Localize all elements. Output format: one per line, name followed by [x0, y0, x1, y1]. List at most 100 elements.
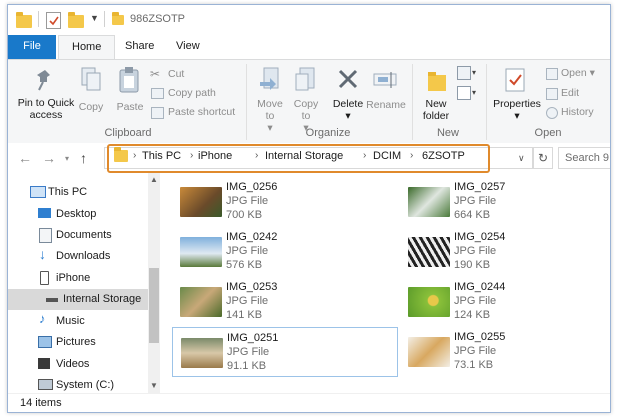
scrollbar-thumb[interactable] [149, 268, 159, 343]
history-icon [546, 107, 558, 119]
recent-locations-icon[interactable]: ▾ [65, 154, 69, 163]
status-bar: 14 items [8, 393, 610, 412]
explorer-window: ▼ 986ZSOTP File Home Share View Pin to Q… [7, 4, 611, 413]
cut-icon: ✂ [150, 67, 161, 81]
refresh-icon[interactable]: ↻ [533, 147, 553, 169]
chevron-right-icon[interactable]: › [363, 150, 366, 161]
file-item[interactable]: IMG_0257 JPG File 664 KB [400, 177, 610, 225]
new-folder-quick-icon[interactable] [68, 12, 84, 28]
tab-share[interactable]: Share [112, 35, 167, 58]
organize-group-label: Organize [305, 127, 351, 139]
downloads-icon: ↓ [39, 246, 46, 262]
paste-shortcut-button[interactable]: Paste shortcut [168, 106, 235, 118]
easy-access-icon[interactable] [457, 86, 471, 100]
new-item-icon[interactable] [457, 66, 471, 80]
chevron-right-icon[interactable]: › [190, 150, 193, 161]
new-group-label: New [436, 127, 459, 139]
scroll-down-icon[interactable]: ▼ [150, 381, 158, 390]
window-folder-icon [112, 12, 124, 25]
nav-pane-scrollbar[interactable]: ▲ ▼ [148, 173, 160, 393]
desktop-icon [38, 208, 51, 218]
breadcrumb-current-folder[interactable]: 6ZSOTP [422, 150, 465, 162]
chevron-right-icon[interactable]: › [255, 150, 258, 161]
title-bar: ▼ 986ZSOTP [8, 5, 610, 35]
folder-icon [16, 12, 32, 28]
nav-item-desktop[interactable]: Desktop [8, 204, 148, 225]
nav-item-documents[interactable]: Documents [8, 225, 148, 246]
scroll-up-icon[interactable]: ▲ [150, 175, 158, 184]
drive-icon [46, 298, 58, 302]
tab-view[interactable]: View [163, 35, 213, 58]
open-icon [546, 68, 558, 80]
address-dropdown-icon[interactable]: ∨ [518, 153, 525, 164]
nav-item-internal-storage[interactable]: Internal Storage [8, 289, 148, 310]
system-drive-icon [38, 379, 53, 390]
pictures-icon [38, 336, 52, 348]
copy-path-button[interactable]: Copy path [168, 87, 216, 99]
file-item[interactable]: IMG_0242 JPG File 576 KB [172, 227, 396, 275]
ribbon-tabs: File Home Share View [8, 35, 610, 83]
file-list: IMG_0256 JPG File 700 KB IMG_0257 JPG Fi… [164, 173, 610, 393]
history-button[interactable]: History [561, 106, 594, 118]
nav-item-downloads[interactable]: ↓ Downloads [8, 246, 148, 267]
nav-item-videos[interactable]: Videos [8, 354, 148, 375]
pin-to-quick-access-button[interactable]: Pin to Quick access [12, 97, 80, 121]
rename-button[interactable]: Rename [366, 99, 406, 111]
nav-item-pictures[interactable]: Pictures [8, 332, 148, 353]
file-item[interactable]: IMG_0255 JPG File 73.1 KB [400, 327, 610, 375]
image-thumbnail [408, 337, 450, 367]
file-item[interactable]: IMG_0253 JPG File 141 KB [172, 277, 396, 325]
nav-item-iphone[interactable]: iPhone [8, 268, 148, 289]
edit-icon [546, 88, 558, 100]
copy-to-icon [294, 66, 318, 97]
address-highlight: › This PC › iPhone › Internal Storage › … [107, 144, 490, 173]
nav-item-this-pc[interactable]: This PC [8, 182, 148, 203]
customize-toolbar-icon[interactable]: ▼ [90, 13, 99, 23]
tab-home[interactable]: Home [58, 35, 116, 60]
file-item[interactable]: IMG_0254 JPG File 190 KB [400, 227, 610, 275]
properties-quick-icon[interactable] [46, 12, 61, 29]
new-item-dropdown-icon[interactable]: ▾ [472, 68, 476, 77]
forward-arrow-icon[interactable]: → [42, 150, 56, 166]
file-item[interactable]: IMG_0244 JPG File 124 KB [400, 277, 610, 325]
file-item-selected[interactable]: IMG_0251 JPG File 91.1 KB [172, 327, 398, 377]
copy-button[interactable]: Copy [74, 101, 108, 113]
image-thumbnail [180, 237, 222, 267]
open-group-label: Open [534, 127, 562, 139]
cut-button[interactable]: Cut [168, 68, 184, 80]
paste-icon [118, 66, 142, 97]
address-folder-icon [114, 147, 128, 162]
properties-button[interactable]: Properties ▾ [492, 98, 542, 122]
phone-icon [40, 271, 49, 285]
ribbon: Pin to Quick access Copy Paste ✂ Cut Cop… [8, 59, 610, 145]
music-icon: ♪ [39, 311, 46, 326]
open-button[interactable]: Open ▾ [561, 67, 595, 79]
new-folder-icon [426, 69, 448, 96]
pin-icon [34, 68, 56, 95]
image-thumbnail [408, 287, 450, 317]
easy-access-dropdown-icon[interactable]: ▾ [472, 88, 476, 97]
paste-button[interactable]: Paste [112, 101, 148, 113]
breadcrumb-dcim[interactable]: DCIM [373, 150, 401, 162]
up-arrow-icon[interactable]: ↑ [80, 150, 87, 166]
breadcrumb-iphone[interactable]: iPhone [198, 150, 232, 162]
back-arrow-icon[interactable]: ← [18, 150, 32, 166]
breadcrumb-this-pc[interactable]: This PC [142, 150, 181, 162]
paste-shortcut-icon [151, 107, 164, 119]
new-folder-button[interactable]: New folder [416, 98, 456, 122]
chevron-right-icon[interactable]: › [410, 150, 413, 161]
copy-path-icon [151, 88, 164, 99]
move-to-button[interactable]: Move to ▾ [252, 98, 288, 134]
window-title: 986ZSOTP [130, 13, 186, 25]
image-thumbnail [408, 237, 450, 267]
search-input[interactable]: Search 9 [558, 147, 610, 169]
breadcrumb-internal-storage[interactable]: Internal Storage [265, 150, 343, 162]
file-item[interactable]: IMG_0256 JPG File 700 KB [172, 177, 396, 225]
edit-button[interactable]: Edit [561, 87, 579, 99]
videos-icon [38, 358, 50, 369]
copy-icon [80, 66, 102, 95]
delete-button[interactable]: Delete ▾ [329, 98, 367, 122]
delete-icon [337, 68, 359, 93]
nav-item-music[interactable]: ♪ Music [8, 311, 148, 332]
computer-icon [30, 186, 46, 198]
